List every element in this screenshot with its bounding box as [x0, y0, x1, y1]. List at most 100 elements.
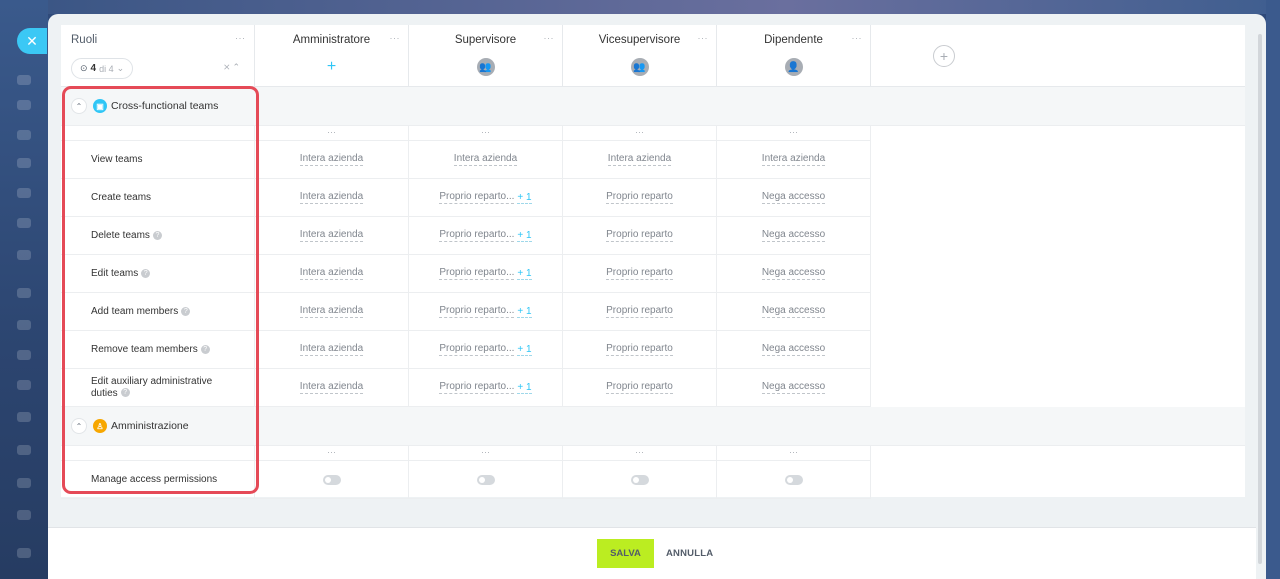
- bulk-menu-dots-icon[interactable]: ···: [409, 446, 563, 461]
- save-button[interactable]: SALVA: [597, 539, 654, 568]
- permission-value[interactable]: Proprio reparto: [563, 331, 717, 369]
- extra-departments-link[interactable]: + 1: [517, 306, 532, 318]
- permission-value[interactable]: Proprio reparto: [563, 293, 717, 331]
- help-icon[interactable]: ?: [120, 388, 130, 398]
- close-slider-button[interactable]: ✕: [17, 28, 47, 54]
- extra-departments-link[interactable]: + 1: [517, 344, 532, 356]
- permission-value[interactable]: Intera azienda: [717, 141, 871, 179]
- role-menu-dots-icon[interactable]: ···: [544, 33, 555, 43]
- permission-value[interactable]: Proprio reparto... + 1: [409, 255, 563, 293]
- toggle-switch[interactable]: [476, 474, 495, 485]
- toggle-switch[interactable]: [630, 474, 649, 485]
- permission-value[interactable]: Intera azienda: [255, 179, 409, 217]
- permission-value[interactable]: Proprio reparto... + 1: [409, 179, 563, 217]
- bulk-menu-dots-icon[interactable]: ···: [717, 446, 871, 461]
- background-top: [48, 0, 1280, 14]
- permission-value[interactable]: Intera azienda: [409, 141, 563, 179]
- bulk-menu-dots-icon[interactable]: ···: [563, 126, 717, 141]
- bulk-menu-dots-icon[interactable]: ···: [563, 446, 717, 461]
- role-menu-dots-icon[interactable]: ···: [852, 33, 863, 43]
- permission-label: Edit auxiliary administrative duties: [91, 375, 213, 399]
- toggle-switch[interactable]: [322, 474, 341, 485]
- roles-menu-dots-icon[interactable]: ···: [235, 33, 246, 43]
- permission-label: View teams: [91, 153, 143, 165]
- bulk-menu-dots-icon[interactable]: ···: [255, 446, 409, 461]
- permission-value[interactable]: Nega accesso: [717, 293, 871, 331]
- permission-value[interactable]: Proprio reparto... + 1: [409, 293, 563, 331]
- sidebar-icon: [17, 548, 31, 558]
- scrollbar[interactable]: [1258, 34, 1262, 564]
- background-right: [1266, 0, 1280, 579]
- extra-departments-link[interactable]: + 1: [517, 192, 532, 204]
- permission-toggle[interactable]: [563, 461, 717, 499]
- permission-value[interactable]: Intera azienda: [255, 331, 409, 369]
- permission-value[interactable]: Intera azienda: [563, 141, 717, 179]
- bulk-menu-dots-icon[interactable]: ···: [717, 126, 871, 141]
- permission-label: Edit teams: [91, 267, 139, 279]
- permission-value[interactable]: Proprio reparto: [563, 217, 717, 255]
- permission-value[interactable]: Nega accesso: [717, 217, 871, 255]
- sidebar-icon: [17, 130, 31, 140]
- collapse-expand-icon[interactable]: ⨯⌃: [223, 62, 242, 73]
- extra-departments-link[interactable]: + 1: [517, 382, 532, 394]
- permission-toggle[interactable]: [717, 461, 871, 499]
- cancel-button[interactable]: ANNULLA: [666, 539, 713, 568]
- chevron-up-icon[interactable]: ⌃: [71, 98, 87, 114]
- section-amministrazione: ⌃ ♙ Amministrazione: [61, 407, 1245, 446]
- permission-value[interactable]: Proprio reparto: [563, 255, 717, 293]
- table-header: Ruoli ··· ⊙ 4 di 4 ⌄ ⨯⌃ Amministratore ·…: [61, 25, 1245, 87]
- sidebar-icon: [17, 350, 31, 360]
- permission-value[interactable]: Intera azienda: [255, 255, 409, 293]
- help-icon[interactable]: ?: [181, 307, 191, 316]
- section-cross-functional-teams: ⌃ ▣ Cross-functional teams: [61, 87, 1245, 126]
- chevron-up-icon[interactable]: ⌃: [71, 418, 87, 434]
- sidebar-icon: [17, 510, 31, 520]
- permissions-slider: Ruoli ··· ⊙ 4 di 4 ⌄ ⨯⌃ Amministratore ·…: [48, 14, 1266, 579]
- permission-value[interactable]: Proprio reparto... + 1: [409, 217, 563, 255]
- permission-value[interactable]: Intera azienda: [255, 217, 409, 255]
- permission-value[interactable]: Proprio reparto... + 1: [409, 331, 563, 369]
- table-row: Manage access permissions: [61, 461, 871, 499]
- add-role-button[interactable]: +: [933, 45, 955, 67]
- eye-icon: ⊙: [80, 63, 88, 73]
- table-row: Edit teams? Intera azienda Proprio repar…: [61, 255, 871, 293]
- bulk-menu-dots-icon[interactable]: ···: [409, 126, 563, 141]
- add-user-plus-icon[interactable]: +: [323, 58, 341, 76]
- help-icon[interactable]: ?: [152, 231, 162, 240]
- close-icon: ✕: [26, 32, 38, 49]
- extra-departments-link[interactable]: + 1: [517, 268, 532, 280]
- group-icon[interactable]: 👥: [476, 58, 495, 76]
- permission-value[interactable]: Proprio reparto: [563, 369, 717, 407]
- sidebar-icon: [17, 412, 31, 422]
- permission-value[interactable]: Intera azienda: [255, 141, 409, 179]
- admin-icon: ♙: [93, 419, 107, 433]
- permission-value[interactable]: Nega accesso: [717, 179, 871, 217]
- teams-icon: ▣: [93, 99, 107, 113]
- permission-value[interactable]: Nega accesso: [717, 331, 871, 369]
- table-row: Remove team members? Intera azienda Prop…: [61, 331, 871, 369]
- permission-value[interactable]: Intera azienda: [255, 369, 409, 407]
- role-name: Supervisore: [454, 34, 517, 46]
- group-icon[interactable]: 👥: [630, 58, 649, 76]
- role-menu-dots-icon[interactable]: ···: [698, 33, 709, 43]
- extra-departments-link[interactable]: + 1: [517, 230, 532, 242]
- permission-value[interactable]: Nega accesso: [717, 255, 871, 293]
- help-icon[interactable]: ?: [141, 269, 151, 278]
- footer-bar: SALVA ANNULLA: [48, 527, 1256, 579]
- help-icon[interactable]: ?: [200, 345, 210, 354]
- permission-label: Manage access permissions: [91, 473, 218, 485]
- user-icon[interactable]: 👤: [784, 58, 803, 76]
- toggle-switch[interactable]: [784, 474, 803, 485]
- role-menu-dots-icon[interactable]: ···: [390, 33, 401, 43]
- permission-value[interactable]: Intera azienda: [255, 293, 409, 331]
- permission-value[interactable]: Proprio reparto... + 1: [409, 369, 563, 407]
- roles-visibility-filter[interactable]: ⊙ 4 di 4 ⌄: [71, 58, 134, 79]
- permission-toggle[interactable]: [409, 461, 563, 499]
- section-title: Cross-functional teams: [111, 100, 219, 112]
- roles-title: Ruoli: [71, 34, 98, 46]
- bulk-menu-dots-icon[interactable]: ···: [255, 126, 409, 141]
- permission-value[interactable]: Proprio reparto: [563, 179, 717, 217]
- permission-toggle[interactable]: [255, 461, 409, 499]
- permission-value[interactable]: Nega accesso: [717, 369, 871, 407]
- section-bulk-actions-row: ··· ··· ··· ···: [61, 446, 871, 461]
